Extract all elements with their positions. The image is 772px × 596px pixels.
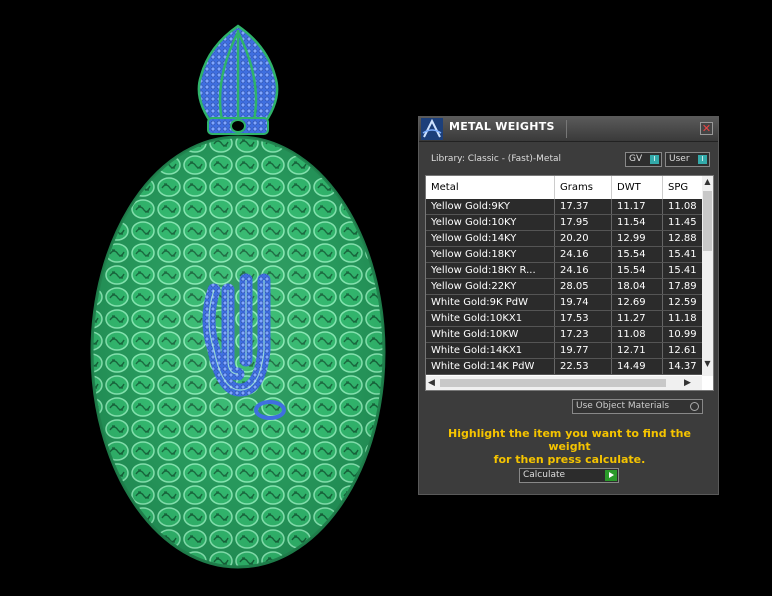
cell-metal: Yellow Gold:22KY <box>426 279 555 294</box>
cell-grams: 19.74 <box>555 295 612 310</box>
cell-grams: 24.16 <box>555 247 612 262</box>
cell-grams: 20.20 <box>555 231 612 246</box>
cell-dwt: 11.27 <box>612 311 663 326</box>
cell-metal: White Gold:14KX1 <box>426 343 555 358</box>
cell-spg: 11.45 <box>668 217 697 228</box>
table-row[interactable]: Yellow Gold:14KY 20.20 12.99 12.88 <box>426 231 702 247</box>
cell-grams: 22.53 <box>555 359 612 374</box>
cell-spg: 12.88 <box>668 233 697 244</box>
calculate-label: Calculate <box>523 470 566 480</box>
cell-grams: 17.23 <box>555 327 612 342</box>
cell-dwt: 12.71 <box>612 343 663 358</box>
metal-table: Metal Grams DWT SPG Yellow Gold:9KY 17.37… <box>425 175 714 391</box>
close-button[interactable]: ✕ <box>700 122 713 135</box>
instructions-line-2: for then press calculate. <box>493 453 646 466</box>
cell-spg: 15.41 <box>668 265 697 276</box>
cell-spg: 12.59 <box>668 297 697 308</box>
cell-grams: 19.77 <box>555 343 612 358</box>
cell-spg: 14.37 <box>668 361 697 372</box>
radio-icon[interactable] <box>690 402 699 411</box>
scroll-right-icon[interactable]: ▶ <box>684 376 695 390</box>
cell-metal: White Gold:10KX1 <box>426 311 555 326</box>
cell-metal: White Gold:10KW <box>426 327 555 342</box>
cell-dwt: 11.08 <box>612 327 663 342</box>
cell-spg: 11.08 <box>668 201 697 212</box>
cell-dwt: 15.54 <box>612 247 663 262</box>
cell-dwt: 12.99 <box>612 231 663 246</box>
table-row[interactable]: Yellow Gold:10KY 17.95 11.54 11.45 <box>426 215 702 231</box>
cell-spg: 11.18 <box>668 313 697 324</box>
cell-grams: 28.05 <box>555 279 612 294</box>
metal-weights-panel: METAL WEIGHTS ✕ Library: Classic - (Fast… <box>418 116 719 495</box>
app-logo-icon <box>421 118 443 140</box>
panel-titlebar[interactable]: METAL WEIGHTS ✕ <box>419 117 718 142</box>
scroll-left-icon[interactable]: ◀ <box>428 376 439 390</box>
gv-toggle-indicator-icon: I <box>650 155 659 164</box>
cell-metal: Yellow Gold:10KY <box>426 215 555 230</box>
user-toggle[interactable]: User I <box>665 152 710 167</box>
cell-grams: 17.37 <box>555 199 612 214</box>
cell-dwt: 11.17 <box>612 199 663 214</box>
table-row[interactable]: White Gold:10KX1 17.53 11.27 11.18 <box>426 311 702 327</box>
cell-dwt: 18.04 <box>612 279 663 294</box>
horizontal-scrollbar[interactable]: ◀ ▶ <box>426 376 702 390</box>
header-grams[interactable]: Grams <box>555 176 612 199</box>
title-separator <box>566 120 567 138</box>
cell-metal: White Gold:14K PdW <box>426 359 555 374</box>
cell-metal: Yellow Gold:18KY R... <box>426 263 555 278</box>
table-row[interactable]: Yellow Gold:18KY 24.16 15.54 15.41 <box>426 247 702 263</box>
scroll-down-icon[interactable]: ▼ <box>702 358 713 369</box>
table-header: Metal Grams DWT SPG <box>426 176 713 200</box>
table-row[interactable]: Yellow Gold:22KY 28.05 18.04 17.89 <box>426 279 702 295</box>
cell-metal: Yellow Gold:14KY <box>426 231 555 246</box>
instructions-line-1: Highlight the item you want to find the … <box>448 427 691 453</box>
cell-metal: White Gold:9K PdW <box>426 295 555 310</box>
user-toggle-label: User <box>669 154 690 164</box>
table-row[interactable]: White Gold:9K PdW 19.74 12.69 12.59 <box>426 295 702 311</box>
horizontal-scroll-thumb[interactable] <box>440 379 666 387</box>
user-toggle-indicator-icon: I <box>698 155 707 164</box>
use-object-materials-label: Use Object Materials <box>576 401 670 411</box>
gv-toggle[interactable]: GV I <box>625 152 662 167</box>
table-row[interactable]: White Gold:14K PdW 22.53 14.49 14.37 <box>426 359 702 375</box>
vertical-scrollbar[interactable]: ▲ ▼ <box>702 176 713 376</box>
instructions-text: Highlight the item you want to find the … <box>427 427 712 466</box>
cell-spg: 12.61 <box>668 345 697 356</box>
library-label: Library: Classic - (Fast)-Metal <box>431 154 562 164</box>
calculate-button[interactable]: Calculate <box>519 468 619 483</box>
panel-title: METAL WEIGHTS <box>449 120 555 133</box>
cell-spg: 17.89 <box>668 281 697 292</box>
table-row[interactable]: Yellow Gold:9KY 17.37 11.17 11.08 <box>426 199 702 215</box>
cell-metal: Yellow Gold:9KY <box>426 199 555 214</box>
cell-metal: Yellow Gold:18KY <box>426 247 555 262</box>
cell-dwt: 12.69 <box>612 295 663 310</box>
cell-grams: 17.53 <box>555 311 612 326</box>
play-arrow-icon <box>605 470 617 481</box>
table-row[interactable]: Yellow Gold:18KY R... 24.16 15.54 15.41 <box>426 263 702 279</box>
cell-grams: 17.95 <box>555 215 612 230</box>
use-object-materials-option[interactable]: Use Object Materials <box>572 399 703 414</box>
cell-grams: 24.16 <box>555 263 612 278</box>
cell-dwt: 14.49 <box>612 359 663 374</box>
table-row[interactable]: White Gold:10KW 17.23 11.08 10.99 <box>426 327 702 343</box>
header-metal[interactable]: Metal <box>426 176 555 199</box>
cell-spg: 10.99 <box>668 329 697 340</box>
header-spg[interactable]: SPG <box>663 176 702 199</box>
header-dwt[interactable]: DWT <box>612 176 663 199</box>
table-row[interactable]: White Gold:14KX1 19.77 12.71 12.61 <box>426 343 702 359</box>
cell-spg: 15.41 <box>668 249 697 260</box>
gv-toggle-label: GV <box>629 154 643 164</box>
cell-dwt: 15.54 <box>612 263 663 278</box>
cell-dwt: 11.54 <box>612 215 663 230</box>
vertical-scroll-thumb[interactable] <box>703 191 712 251</box>
scroll-up-icon[interactable]: ▲ <box>702 176 713 187</box>
